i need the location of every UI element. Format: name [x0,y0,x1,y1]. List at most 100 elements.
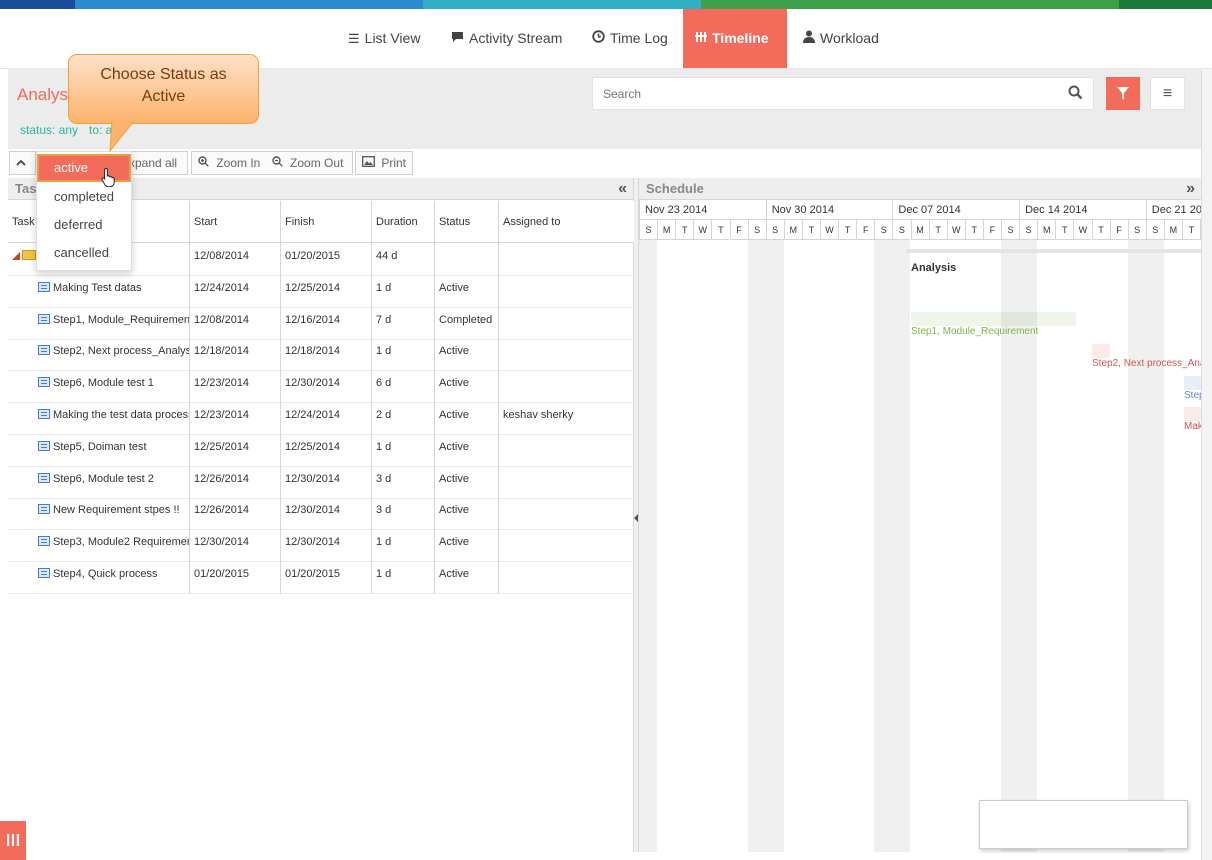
week-header: Nov 23 2014 [639,200,766,220]
cell-text: 1 d [376,568,392,580]
cell-assigned [498,275,634,308]
day-header: M [657,220,676,240]
task-row[interactable]: Step3, Module2 Requirement 12/30/2014 12/3… [8,530,634,563]
weekend-column [1145,240,1164,852]
cell-text: 01/20/2015 [194,568,250,580]
cell-text: Active [439,536,469,549]
cell-assigned [498,466,634,499]
cell-start: 12/26/2014 [189,466,280,499]
user-icon [803,9,815,68]
day-header: M [1037,220,1056,240]
cell-text: Active [439,504,469,517]
print-button[interactable]: Print [355,151,413,175]
tab-timeline[interactable]: Timeline [683,9,787,68]
zoom-in-button[interactable]: Zoom In [198,156,260,170]
splitter-arrow-icon [634,514,638,522]
cell-start: 12/08/2014 [189,307,280,340]
cell-status: Active [434,371,498,404]
cell-status: Active [434,339,498,372]
tab-activity-stream[interactable]: Activity Stream [439,9,574,68]
task-bar[interactable] [1184,407,1201,421]
day-header: S [747,220,766,240]
task-row[interactable]: Step6, Module test 1 12/23/2014 12/30/2014… [8,371,634,404]
cell-text: 1 d [376,536,392,549]
cell-text: 12/18/2014 [285,345,341,358]
status-option-completed[interactable]: completed [37,183,131,211]
tab-time-log[interactable]: Time Log [580,9,680,68]
page-scrollbar[interactable] [1201,69,1212,860]
cell-duration: 7 d [371,307,434,340]
cell-task: Making Test datas [8,276,189,308]
collapse-panel-icon[interactable]: « [618,178,627,200]
cell-text: 12/30/2014 [285,504,341,517]
cell-text: 2 d [376,409,392,421]
menu-button[interactable]: ≡ [1150,77,1185,110]
day-header: W [693,220,712,240]
task-row[interactable]: Step5, Doiman test 12/25/2014 12/25/2014 1 … [8,434,634,467]
day-header: S [1127,220,1146,240]
search-icon[interactable] [1068,85,1083,103]
side-panel-toggle[interactable] [0,821,26,860]
task-bar[interactable] [1184,376,1201,390]
cell-start: 12/30/2014 [189,530,280,563]
cell-assigned [498,371,634,404]
task-icon [38,568,50,578]
search-input[interactable] [593,78,1053,109]
cell-duration: 3 d [371,498,434,531]
day-header: W [1200,220,1201,240]
task-row[interactable]: Making Test datas 12/24/2014 12/25/2014 1 d… [8,275,634,308]
task-row[interactable]: Step1, Module_Requirement 12/08/2014 12/16… [8,307,634,340]
expand-panel-icon[interactable]: » [1186,178,1195,200]
cell-text: 7 d [376,313,392,326]
tab-workload[interactable]: Workload [791,9,891,68]
cell-text: Active [439,409,469,421]
task-icon [38,504,50,515]
cell-status: Active [434,275,498,308]
task-row[interactable]: Step2, Next process_Analysi 12/18/2014 12/… [8,339,634,372]
zoom-in-icon [198,156,209,167]
task-icon [38,313,50,324]
zoom-in-label: Zoom In [216,156,261,170]
cell-task: Step6, Module test 2 [8,467,189,499]
task-row[interactable]: Step4, Quick process 01/20/2015 01/20/2015… [8,562,634,594]
cell-text: 12/23/2014 [194,409,250,421]
timeline-icon [695,9,707,68]
task-icon [38,440,50,451]
cell-duration: 1 d [371,434,434,467]
filter-button[interactable] [1106,77,1140,110]
task-row[interactable]: New Requirement stpes !! 12/26/2014 12/30/… [8,498,634,531]
col-header-start[interactable]: Start [189,201,280,243]
task-row[interactable]: Step6, Module test 2 12/26/2014 12/30/2014… [8,466,634,499]
schedule-panel-header: Schedule » [639,178,1201,200]
col-header-status[interactable]: Status [434,201,498,243]
zoom-out-button[interactable]: Zoom Out [272,156,343,170]
tab-list-view[interactable]: ☰ List View [336,9,432,68]
task-bar[interactable] [1092,344,1110,358]
grid-line [189,201,190,594]
bar-label: Step2, Next process_Ana [1092,358,1201,369]
task-row[interactable]: Making the test data process 12/23/2014 12… [8,403,634,435]
filter-status-chip[interactable]: status: any [20,123,78,137]
cell-duration: 1 d [371,275,434,308]
status-option-cancelled[interactable]: cancelled [37,239,131,267]
cell-start: 12/08/2014 [189,244,280,276]
cell-start: 12/18/2014 [189,339,280,372]
week-header: Dec 07 2014 [892,200,1020,220]
cell-text: Active [439,345,469,358]
weekend-column [874,240,893,852]
task-icon [38,377,50,388]
summary-bar[interactable] [906,249,1201,253]
day-header: T [1182,220,1200,240]
cell-start: 01/20/2015 [189,562,280,594]
status-option-deferred[interactable]: deferred [37,211,131,239]
day-header: W [820,220,838,240]
cell-text: 12/30/2014 [285,536,341,549]
instruction-callout: Choose Status as Active [68,54,259,124]
expand-triangle-icon[interactable] [12,252,20,260]
task-bar[interactable] [911,312,1076,326]
col-header-duration[interactable]: Duration [371,201,434,243]
collapse-all-button[interactable] [9,151,36,175]
col-header-finish[interactable]: Finish [280,201,371,243]
col-header-assigned[interactable]: Assigned to [498,201,634,243]
cell-start: 12/26/2014 [189,498,280,531]
